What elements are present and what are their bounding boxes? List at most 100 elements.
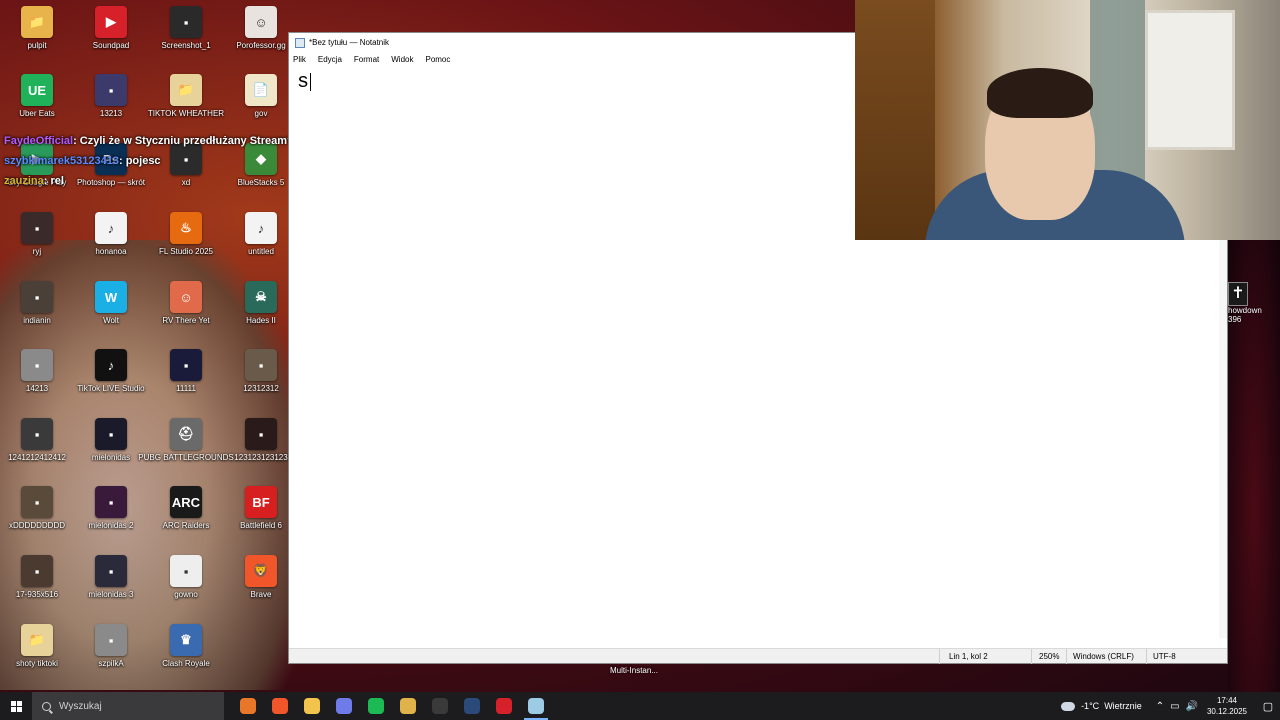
icon-label: TIKTOK WHEATHER	[147, 109, 225, 118]
chevron-up-icon[interactable]: ⌃	[1156, 701, 1164, 712]
desktop-icon[interactable]: ▪ 12312312	[224, 349, 298, 394]
desktop-icon[interactable]: ▪ xDDDDDDDDD	[0, 486, 74, 531]
taskbar: Wyszukaj -1°C Wietrznie ⌃ ▭ 🔊 17:44 30.1…	[0, 692, 1280, 720]
app-icon: ▪	[95, 486, 127, 518]
desktop-icon[interactable]: 📁 TIKTOK WHEATHER	[147, 74, 225, 119]
app-icon: ♪	[245, 212, 277, 244]
taskbar-app-button[interactable]	[456, 692, 488, 720]
network-icon[interactable]: ▭	[1170, 701, 1179, 712]
desktop-icon[interactable]: UE Uber Eats	[0, 74, 74, 119]
desktop-icon[interactable]: ▪ mielonidas 2	[74, 486, 148, 531]
icon-label: mielonidas 3	[88, 590, 134, 599]
desktop-icon[interactable]: ▪ 13213	[74, 74, 148, 119]
app-icon: ▪	[95, 624, 127, 656]
icon-label: Battlefield 6	[240, 521, 282, 530]
status-encoding: UTF-8	[1153, 652, 1176, 661]
weather-widget[interactable]: -1°C Wietrznie	[1061, 701, 1142, 711]
icon-label: 12312312	[243, 384, 279, 393]
taskbar-app-button[interactable]	[296, 692, 328, 720]
tray-icons: ⌃ ▭ 🔊	[1156, 701, 1198, 712]
desktop-icon[interactable]: ▪ mielonidas	[74, 418, 148, 463]
app-icon: ▪	[21, 555, 53, 587]
desktop-icon[interactable]: ♛ Clash Royale	[149, 624, 223, 669]
icon-label: 17-935x516	[15, 590, 59, 599]
taskbar-app-button[interactable]	[520, 692, 552, 720]
desktop-icon[interactable]: ☠ Hades II	[224, 281, 298, 326]
desktop-icon[interactable]: ▪ gowno	[149, 555, 223, 600]
menu-plik[interactable]: Plik	[293, 55, 306, 64]
taskbar-app-button[interactable]	[424, 692, 456, 720]
desktop: 📁 pulpit ▶ Soundpad ▪ Screenshot_1 ☺ Porofessor…	[0, 0, 290, 692]
file-explorer-icon	[304, 698, 320, 714]
icon-label: Wolt	[103, 316, 119, 325]
chat-message: : Czyli że w Styczniu przedłużany Stream…	[73, 135, 294, 147]
menu-pomoc[interactable]: Pomoc	[425, 55, 450, 64]
webcam-person-hair	[987, 68, 1093, 118]
desktop-icon[interactable]: ♪ TikTok LIVE Studio	[74, 349, 148, 394]
app-icon: 🦁	[245, 555, 277, 587]
desktop-icon[interactable]: ▪ 17-935x516	[0, 555, 74, 600]
weather-icon	[1061, 701, 1076, 711]
taskbar-app-button[interactable]	[488, 692, 520, 720]
desktop-icon[interactable]: ☺ Porofessor.gg	[224, 6, 298, 51]
app-icon: ▪	[95, 74, 127, 106]
status-separator	[939, 649, 940, 664]
chat-message: : rel	[43, 175, 64, 187]
webcam-window	[1145, 10, 1235, 150]
status-position: Lin 1, kol 2	[949, 652, 988, 661]
desktop-icon[interactable]: ▶ Soundpad	[74, 6, 148, 51]
taskbar-apps	[232, 692, 552, 720]
desktop-icon[interactable]: ☺ RV There Yet	[149, 281, 223, 326]
notification-icon[interactable]: ▢	[1256, 700, 1280, 713]
brave-icon	[272, 698, 288, 714]
desktop-icon[interactable]: ♪ honanoa	[74, 212, 148, 257]
menu-format[interactable]: Format	[354, 55, 379, 64]
app-icon: ▪	[170, 349, 202, 381]
desktop-icon[interactable]: 🦁 Brave	[224, 555, 298, 600]
taskbar-search[interactable]: Wyszukaj	[32, 692, 224, 720]
status-zoom: 250%	[1039, 652, 1060, 661]
desktop-icon-partial[interactable]: ✝ howdown 396	[1228, 282, 1280, 324]
multi-instance-label: Multi-Instan...	[609, 666, 658, 675]
volume-icon[interactable]: 🔊	[1186, 701, 1198, 712]
desktop-icon[interactable]: ♪ untitled	[224, 212, 298, 257]
icon-label: howdown	[1228, 306, 1262, 315]
app-icon: ▪	[21, 281, 53, 313]
app-icon: ▪	[245, 418, 277, 450]
taskbar-app-button[interactable]	[360, 692, 392, 720]
clock[interactable]: 17:44 30.12.2025	[1206, 695, 1248, 717]
desktop-icon[interactable]: ▪ szpilkA	[74, 624, 148, 669]
desktop-icon[interactable]: ▪ mielonidas 3	[74, 555, 148, 600]
taskbar-app-button[interactable]	[328, 692, 360, 720]
desktop-icon[interactable]: ♨ FL Studio 2025	[149, 212, 223, 257]
icon-label: szpilkA	[98, 659, 124, 668]
icon-label: PUBG BATTLEGROUNDS	[138, 453, 234, 462]
desktop-icon[interactable]: 📄 gov	[224, 74, 298, 119]
desktop-icon[interactable]: 📁 pulpit	[0, 6, 74, 51]
start-button[interactable]	[0, 692, 32, 720]
notepad-icon	[528, 698, 544, 714]
desktop-icon[interactable]: ⛑ PUBG BATTLEGROUNDS	[138, 418, 234, 463]
desktop-icon[interactable]: ▪ 14213	[0, 349, 74, 394]
icon-label: indianin	[23, 316, 51, 325]
app-icon: W	[95, 281, 127, 313]
taskbar-app-button[interactable]	[232, 692, 264, 720]
desktop-icon[interactable]: ARC ARC Raiders	[149, 486, 223, 531]
menu-edycja[interactable]: Edycja	[318, 55, 342, 64]
desktop-icon[interactable]: ▪ 11111	[149, 349, 223, 394]
desktop-icon[interactable]: ▪ indianin	[0, 281, 74, 326]
menu-widok[interactable]: Widok	[391, 55, 413, 64]
taskbar-app-button[interactable]	[264, 692, 296, 720]
chat-line: zauzina: rel	[4, 174, 294, 194]
desktop-icon[interactable]: ▪ Screenshot_1	[149, 6, 223, 51]
window-title: *Bez tytułu — Notatnik	[309, 38, 390, 47]
desktop-icon[interactable]: ▪ ryj	[0, 212, 74, 257]
icon-label: gov	[254, 109, 268, 118]
taskbar-app-button[interactable]	[392, 692, 424, 720]
desktop-icon[interactable]: W Wolt	[74, 281, 148, 326]
desktop-icon[interactable]: BF Battlefield 6	[224, 486, 298, 531]
app-icon: ▪	[245, 349, 277, 381]
desktop-icon[interactable]: ▪ 123123123123	[224, 418, 298, 463]
desktop-icon[interactable]: 📁 shoty tiktoki	[0, 624, 74, 669]
desktop-icon[interactable]: ▪ 1241212412412	[0, 418, 74, 463]
